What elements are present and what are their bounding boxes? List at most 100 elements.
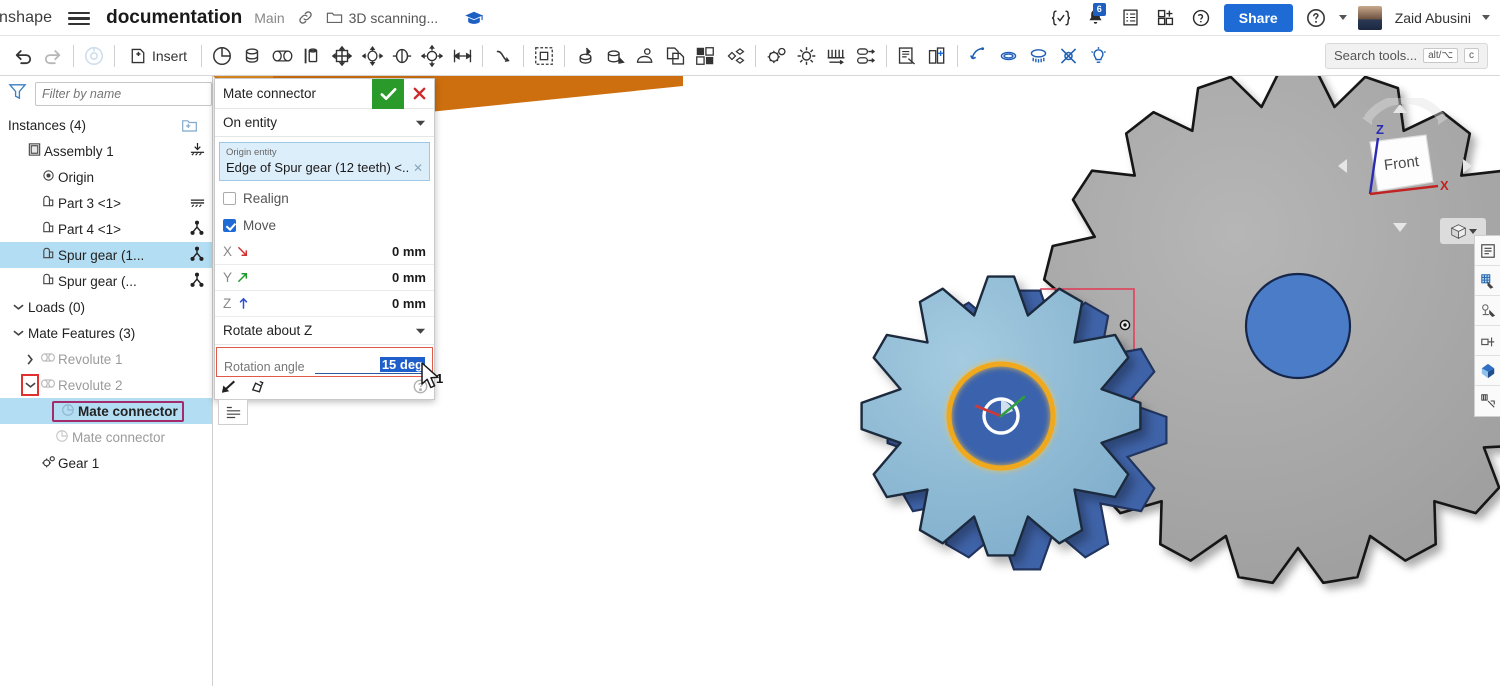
link-icon[interactable] bbox=[297, 9, 314, 26]
chevron-down-icon[interactable] bbox=[10, 329, 26, 337]
section-view-icon[interactable] bbox=[1053, 40, 1083, 72]
section-plane-icon[interactable] bbox=[1475, 326, 1500, 356]
measure-icon[interactable] bbox=[1475, 386, 1500, 416]
y-offset-value[interactable]: 0 mm bbox=[392, 270, 426, 285]
mate-tripod-icon[interactable] bbox=[182, 272, 212, 291]
sketch-ellipse-icon[interactable] bbox=[993, 40, 1023, 72]
x-offset-value[interactable]: 0 mm bbox=[392, 244, 426, 259]
linear-relation-icon[interactable] bbox=[851, 40, 881, 72]
origin-entity-field[interactable]: Origin entity Edge of Spur gear (12 teet… bbox=[219, 142, 430, 181]
chevron-down-icon[interactable] bbox=[10, 303, 26, 311]
dimension-icon[interactable] bbox=[963, 40, 993, 72]
apps-grid-icon[interactable] bbox=[1154, 6, 1178, 30]
y-offset-row[interactable]: Y 0 mm bbox=[215, 265, 434, 291]
mate-with-offset-icon[interactable] bbox=[570, 40, 600, 72]
clear-x-icon[interactable]: ✕ bbox=[410, 161, 423, 175]
mate-features-header[interactable]: Mate Features (3) bbox=[0, 320, 212, 346]
assembly-list-icon[interactable] bbox=[1475, 236, 1500, 266]
move-checkbox-row[interactable]: Move bbox=[215, 212, 434, 239]
bom-icon[interactable] bbox=[892, 40, 922, 72]
slider-mate-icon[interactable] bbox=[297, 40, 327, 72]
spur-gear-12-teeth-blue[interactable] bbox=[841, 264, 1241, 594]
flip-arrow-icon[interactable] bbox=[221, 379, 240, 398]
cylindrical-mate-icon[interactable] bbox=[357, 40, 387, 72]
help-chevron-down-icon[interactable] bbox=[1338, 15, 1347, 20]
avatar[interactable] bbox=[1357, 5, 1382, 30]
ball-mate-icon[interactable] bbox=[417, 40, 447, 72]
reorient-icon[interactable] bbox=[248, 379, 267, 398]
insert-button[interactable]: Insert bbox=[120, 40, 196, 72]
search-tools-input[interactable]: Search tools... alt/⌥ c bbox=[1325, 42, 1488, 69]
tasks-list-icon[interactable] bbox=[1119, 6, 1143, 30]
chevron-down-icon[interactable] bbox=[415, 323, 426, 338]
insert-exploded-icon[interactable] bbox=[922, 40, 952, 72]
realign-checkbox[interactable] bbox=[223, 192, 236, 205]
appearance-icon[interactable] bbox=[1475, 356, 1500, 386]
search-input[interactable] bbox=[35, 82, 212, 106]
fix-target-icon[interactable] bbox=[79, 40, 109, 72]
gear-relation-icon[interactable] bbox=[761, 40, 791, 72]
redo-arrow-icon[interactable] bbox=[38, 40, 68, 72]
feature-list-icon[interactable] bbox=[218, 399, 248, 425]
mate-tree-item-mate-connector-2[interactable]: Mate connector bbox=[0, 398, 212, 424]
main-menu-hamburger-icon[interactable] bbox=[66, 8, 92, 28]
x-offset-row[interactable]: X 0 mm bbox=[215, 239, 434, 265]
realign-checkbox-row[interactable]: Realign bbox=[215, 185, 434, 212]
ai-assistant-icon[interactable] bbox=[1189, 6, 1213, 30]
ground-hatch-icon[interactable] bbox=[182, 195, 212, 212]
folder-icon[interactable] bbox=[326, 10, 343, 25]
view-cube-front-face[interactable]: Front bbox=[1369, 134, 1434, 192]
sketch-plane-icon[interactable] bbox=[1475, 266, 1500, 296]
graduation-cap-icon[interactable] bbox=[464, 10, 484, 26]
light-icon[interactable] bbox=[1083, 40, 1113, 72]
cancel-button[interactable] bbox=[404, 79, 434, 109]
mate-connector-pick-icon[interactable] bbox=[1475, 296, 1500, 326]
tree-item-part-4-1[interactable]: Part 4 <1> bbox=[0, 216, 212, 242]
explode-icon[interactable] bbox=[720, 40, 750, 72]
accept-button[interactable] bbox=[372, 78, 404, 109]
tree-item-assembly-1[interactable]: Assembly 1 bbox=[0, 138, 212, 164]
rotate-about-dropdown[interactable]: Rotate about Z bbox=[215, 317, 434, 345]
fixed-ground-icon[interactable] bbox=[182, 142, 212, 160]
group-mate-icon[interactable] bbox=[529, 40, 559, 72]
rotation-angle-value[interactable]: 15 deg bbox=[379, 357, 425, 372]
chevron-down-icon[interactable] bbox=[21, 374, 39, 396]
mate-tripod-icon[interactable] bbox=[182, 220, 212, 239]
mate-tree-item-revolute-2-1[interactable]: Revolute 2 bbox=[0, 372, 212, 398]
z-offset-row[interactable]: Z 0 mm bbox=[215, 291, 434, 317]
chevron-down-icon[interactable] bbox=[1468, 228, 1477, 234]
funnel-filter-icon[interactable] bbox=[8, 82, 27, 106]
mate-tree-item-mate-connector-3[interactable]: Mate connector bbox=[0, 424, 212, 450]
branch-name[interactable]: Main bbox=[254, 10, 284, 26]
planar-mate-icon[interactable] bbox=[327, 40, 357, 72]
transform-instance-icon[interactable] bbox=[630, 40, 660, 72]
help-circle-icon[interactable] bbox=[413, 379, 428, 397]
mate-tree-item-gear-1-4[interactable]: Gear 1 bbox=[0, 450, 212, 476]
rotation-angle-row[interactable]: Rotation angle 15 deg bbox=[217, 348, 432, 376]
screw-relation-icon[interactable] bbox=[791, 40, 821, 72]
replicate-icon[interactable] bbox=[600, 40, 630, 72]
tree-item-spur-gear-1[interactable]: Spur gear (1... bbox=[0, 242, 212, 268]
notifications-bell-icon[interactable]: 6 bbox=[1084, 2, 1108, 30]
mate-connector-icon[interactable] bbox=[207, 40, 237, 72]
revolute-mate-icon[interactable] bbox=[267, 40, 297, 72]
folder-name[interactable]: 3D scanning... bbox=[349, 10, 439, 26]
tree-item-origin[interactable]: Origin bbox=[0, 164, 212, 190]
add-folder-icon[interactable] bbox=[174, 118, 204, 133]
tangent-mate-icon[interactable] bbox=[488, 40, 518, 72]
fastened-mate-icon[interactable] bbox=[237, 40, 267, 72]
user-chevron-down-icon[interactable] bbox=[1482, 15, 1490, 20]
tree-item-part-3-1[interactable]: Part 3 <1> bbox=[0, 190, 212, 216]
chevron-down-icon[interactable] bbox=[415, 115, 426, 130]
onshape-logo[interactable]: onshape bbox=[0, 9, 52, 27]
help-circle-icon[interactable] bbox=[1304, 6, 1328, 30]
loads-header[interactable]: Loads (0) bbox=[0, 294, 212, 320]
user-name[interactable]: Zaid Abusini bbox=[1395, 10, 1471, 26]
pin-slot-mate-icon[interactable] bbox=[387, 40, 417, 72]
rotation-angle-input[interactable]: 15 deg bbox=[315, 357, 425, 374]
undo-arrow-icon[interactable] bbox=[8, 40, 38, 72]
chevron-right-icon[interactable] bbox=[22, 353, 38, 365]
mate-tripod-icon[interactable] bbox=[182, 246, 212, 265]
document-title[interactable]: documentation bbox=[106, 7, 242, 29]
mate-tree-item-revolute-1-0[interactable]: Revolute 1 bbox=[0, 346, 212, 372]
